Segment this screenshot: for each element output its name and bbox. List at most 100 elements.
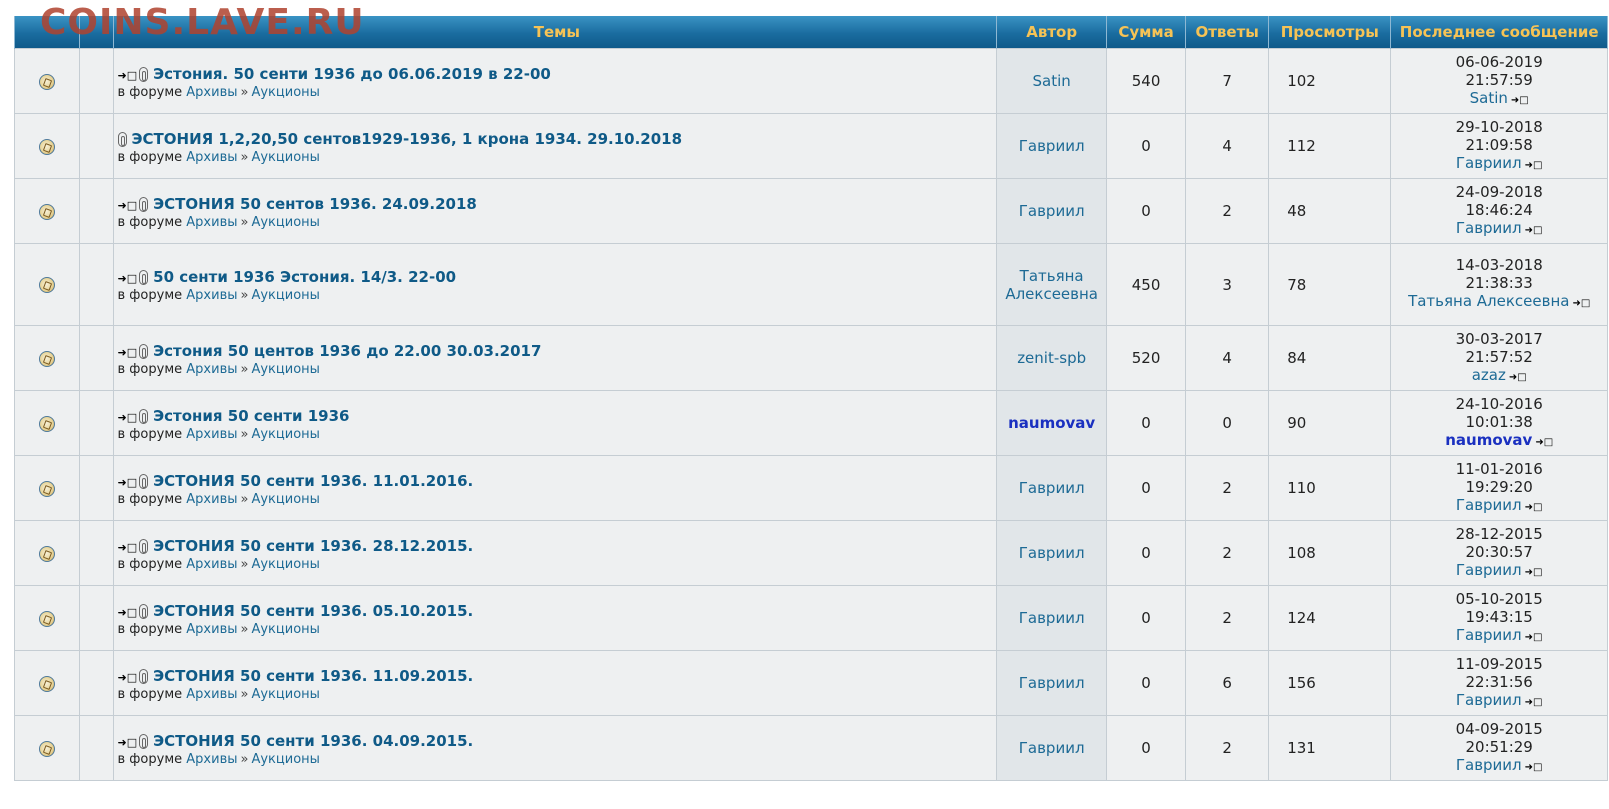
forum-link-archives[interactable]: Архивы <box>186 557 237 572</box>
goto-last-post-icon[interactable]: ➜□ <box>1525 759 1543 777</box>
topic-status-icon[interactable] <box>38 277 55 293</box>
topic-status-icon[interactable] <box>38 138 55 155</box>
forum-link-auctions[interactable]: Аукционы <box>251 288 319 303</box>
goto-new-icon[interactable]: ➜□ <box>118 606 138 620</box>
goto-new-icon[interactable]: ➜□ <box>118 69 138 83</box>
topic-title-link[interactable]: ЭСТОНИЯ 1,2,20,50 сентов1929-1936, 1 кро… <box>132 130 683 148</box>
goto-last-post-icon[interactable]: ➜□ <box>1509 369 1527 387</box>
forum-link-auctions[interactable]: Аукционы <box>251 85 319 100</box>
goto-new-icon[interactable]: ➜□ <box>118 671 138 685</box>
last-author-link[interactable]: Satin <box>1470 89 1508 107</box>
forum-link-auctions[interactable]: Аукционы <box>251 557 319 572</box>
goto-new-icon[interactable]: ➜□ <box>118 476 138 490</box>
forum-link-archives[interactable]: Архивы <box>186 85 237 100</box>
author-link[interactable]: Гавриил <box>1019 544 1085 562</box>
row-views: 78 <box>1268 243 1392 326</box>
topic-status-icon[interactable] <box>38 350 55 367</box>
topic-status-icon[interactable] <box>38 610 55 627</box>
author-link[interactable]: naumovav <box>1008 414 1095 432</box>
topic-status-icon[interactable] <box>38 675 55 692</box>
goto-last-post-icon[interactable]: ➜□ <box>1525 694 1543 712</box>
last-author-link[interactable]: Татьяна Алексеевна <box>1408 292 1569 310</box>
forum-link-archives[interactable]: Архивы <box>186 288 237 303</box>
topic-status-icon[interactable] <box>38 545 55 562</box>
author-link[interactable]: Гавриил <box>1019 609 1085 627</box>
author-link[interactable]: Satin <box>1033 72 1071 90</box>
last-author-link[interactable]: Гавриил <box>1456 496 1522 514</box>
topic-status-icon[interactable] <box>38 480 55 497</box>
goto-last-post-icon[interactable]: ➜□ <box>1525 629 1543 647</box>
attachment-icon <box>139 473 149 489</box>
forum-link-auctions[interactable]: Аукционы <box>251 150 319 165</box>
last-author-link[interactable]: Гавриил <box>1456 219 1522 237</box>
row-empty-cell <box>78 243 114 326</box>
last-author-link[interactable]: Гавриил <box>1456 691 1522 709</box>
last-author-link[interactable]: azaz <box>1472 366 1506 384</box>
topic-status-icon[interactable] <box>38 73 55 90</box>
header-author[interactable]: Автор <box>996 16 1108 49</box>
goto-last-post-icon[interactable]: ➜□ <box>1511 92 1529 110</box>
goto-last-post-icon[interactable]: ➜□ <box>1572 295 1590 313</box>
goto-new-icon[interactable]: ➜□ <box>118 272 138 286</box>
topic-status-icon[interactable] <box>38 740 55 757</box>
topic-title-link[interactable]: 50 сенти 1936 Эстония. 14/3. 22-00 <box>153 268 456 286</box>
author-link[interactable]: zenit-spb <box>1017 349 1086 367</box>
row-topic-cell: ➜□ 50 сенти 1936 Эстония. 14/3. 22-00 в … <box>112 243 998 326</box>
last-author-link[interactable]: Гавриил <box>1456 626 1522 644</box>
header-last-message[interactable]: Последнее сообщение <box>1390 16 1608 49</box>
forum-link-archives[interactable]: Архивы <box>186 150 237 165</box>
topic-title-link[interactable]: Эстония 50 сенти 1936 <box>153 407 349 425</box>
forum-link-auctions[interactable]: Аукционы <box>251 362 319 377</box>
author-link[interactable]: Татьяна Алексеевна <box>1002 267 1102 303</box>
last-author-link[interactable]: Гавриил <box>1456 154 1522 172</box>
goto-last-post-icon[interactable]: ➜□ <box>1535 434 1553 452</box>
last-author-link[interactable]: naumovav <box>1445 431 1532 449</box>
topic-title-link[interactable]: ЭСТОНИЯ 50 сентов 1936. 24.09.2018 <box>153 195 477 213</box>
forum-link-archives[interactable]: Архивы <box>186 492 237 507</box>
goto-new-icon[interactable]: ➜□ <box>118 346 138 360</box>
goto-new-icon[interactable]: ➜□ <box>118 199 138 213</box>
goto-last-post-icon[interactable]: ➜□ <box>1525 564 1543 582</box>
forum-link-archives[interactable]: Архивы <box>186 687 237 702</box>
forum-link-auctions[interactable]: Аукционы <box>251 752 319 767</box>
topic-title-link[interactable]: Эстония. 50 сенти 1936 до 06.06.2019 в 2… <box>153 65 551 83</box>
goto-last-post-icon[interactable]: ➜□ <box>1525 157 1543 175</box>
row-last-message-cell: 30-03-2017 21:57:52 azaz ➜□ <box>1390 325 1608 391</box>
forum-link-archives[interactable]: Архивы <box>186 362 237 377</box>
goto-new-icon[interactable]: ➜□ <box>118 736 138 750</box>
forum-link-archives[interactable]: Архивы <box>186 622 237 637</box>
forum-link-archives[interactable]: Архивы <box>186 427 237 442</box>
header-replies[interactable]: Ответы <box>1185 16 1270 49</box>
last-author-link[interactable]: Гавриил <box>1456 756 1522 774</box>
topic-title-link[interactable]: ЭСТОНИЯ 50 сенти 1936. 05.10.2015. <box>153 602 473 620</box>
topic-status-icon[interactable] <box>38 203 55 220</box>
topic-title-link[interactable]: ЭСТОНИЯ 50 сенти 1936. 11.09.2015. <box>153 667 473 685</box>
author-link[interactable]: Гавриил <box>1019 479 1085 497</box>
row-author-cell: Гавриил <box>996 178 1108 244</box>
topic-title-link[interactable]: ЭСТОНИЯ 50 сенти 1936. 04.09.2015. <box>153 732 473 750</box>
forum-link-auctions[interactable]: Аукционы <box>251 215 319 230</box>
forum-link-archives[interactable]: Архивы <box>186 215 237 230</box>
goto-new-icon[interactable]: ➜□ <box>118 541 138 555</box>
forum-link-auctions[interactable]: Аукционы <box>251 492 319 507</box>
forum-link-auctions[interactable]: Аукционы <box>251 427 319 442</box>
header-views[interactable]: Просмотры <box>1268 16 1392 49</box>
author-link[interactable]: Гавриил <box>1019 739 1085 757</box>
last-time: 19:43:15 <box>1465 607 1533 626</box>
topic-title-link[interactable]: Эстония 50 центов 1936 до 22.00 30.03.20… <box>153 342 541 360</box>
forum-link-archives[interactable]: Архивы <box>186 752 237 767</box>
topic-status-icon[interactable] <box>38 415 55 432</box>
forum-link-auctions[interactable]: Аукционы <box>251 622 319 637</box>
author-link[interactable]: Гавриил <box>1019 137 1085 155</box>
last-author-link[interactable]: Гавриил <box>1456 561 1522 579</box>
author-link[interactable]: Гавриил <box>1019 202 1085 220</box>
author-link[interactable]: Гавриил <box>1019 674 1085 692</box>
topic-title-link[interactable]: ЭСТОНИЯ 50 сенти 1936. 28.12.2015. <box>153 537 473 555</box>
topic-title-link[interactable]: ЭСТОНИЯ 50 сенти 1936. 11.01.2016. <box>153 472 473 490</box>
header-topics[interactable]: Темы <box>112 16 998 49</box>
forum-link-auctions[interactable]: Аукционы <box>251 687 319 702</box>
goto-last-post-icon[interactable]: ➜□ <box>1525 222 1543 240</box>
header-sum[interactable]: Сумма <box>1106 16 1187 49</box>
goto-new-icon[interactable]: ➜□ <box>118 411 138 425</box>
goto-last-post-icon[interactable]: ➜□ <box>1525 499 1543 517</box>
